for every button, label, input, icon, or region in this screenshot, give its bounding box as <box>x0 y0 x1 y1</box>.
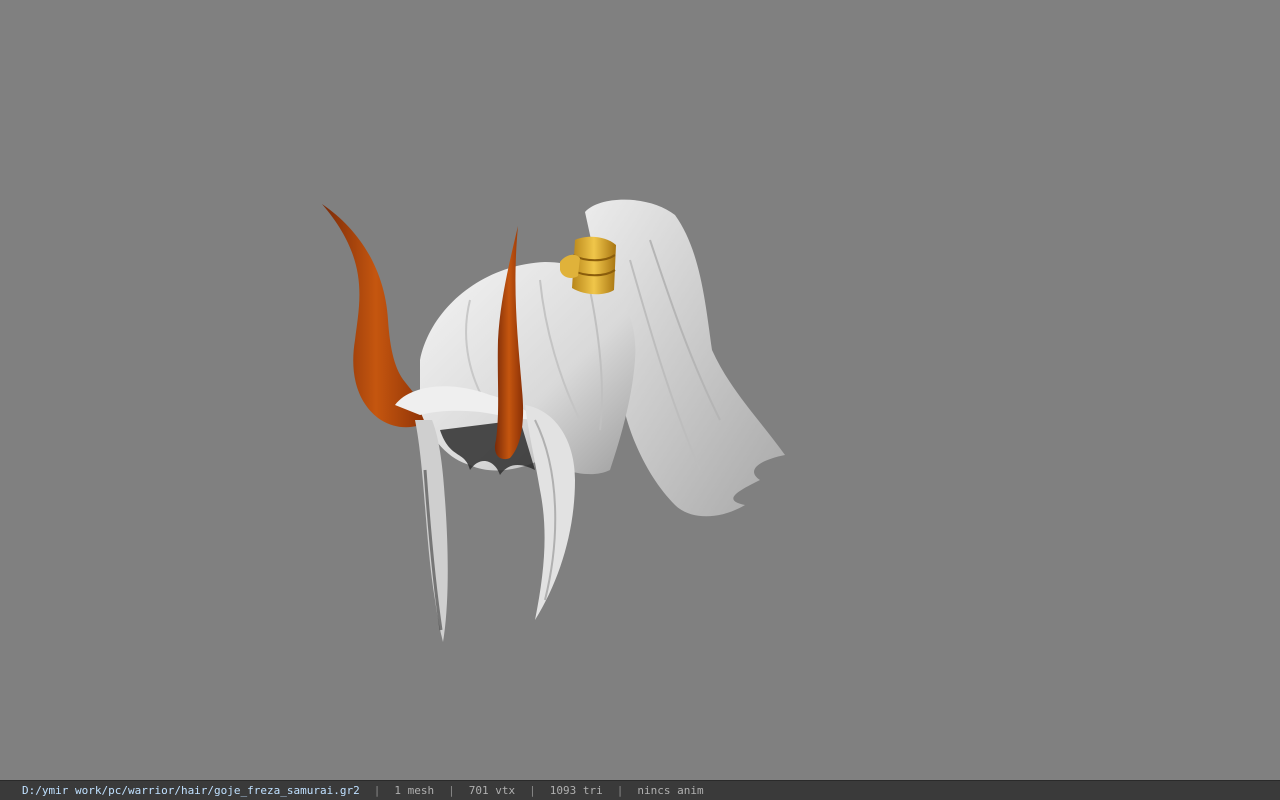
mesh-count: 1 mesh <box>394 784 435 797</box>
3d-viewport[interactable] <box>0 0 1280 780</box>
separator: | <box>529 784 536 797</box>
separator: | <box>616 784 624 797</box>
vertex-count: 701 vtx <box>468 784 516 797</box>
separator: | <box>373 784 381 797</box>
file-path: D:/ymir work/pc/warrior/hair/goje_freza_… <box>22 784 360 797</box>
triangle-count: 1093 tri <box>549 784 603 797</box>
status-bar: D:/ymir work/pc/warrior/hair/goje_freza_… <box>0 780 1280 800</box>
left-hanging-strand <box>415 420 448 642</box>
separator: | <box>448 784 455 797</box>
animation-status: nincs anim <box>637 784 704 797</box>
hair-model-render <box>322 199 785 642</box>
